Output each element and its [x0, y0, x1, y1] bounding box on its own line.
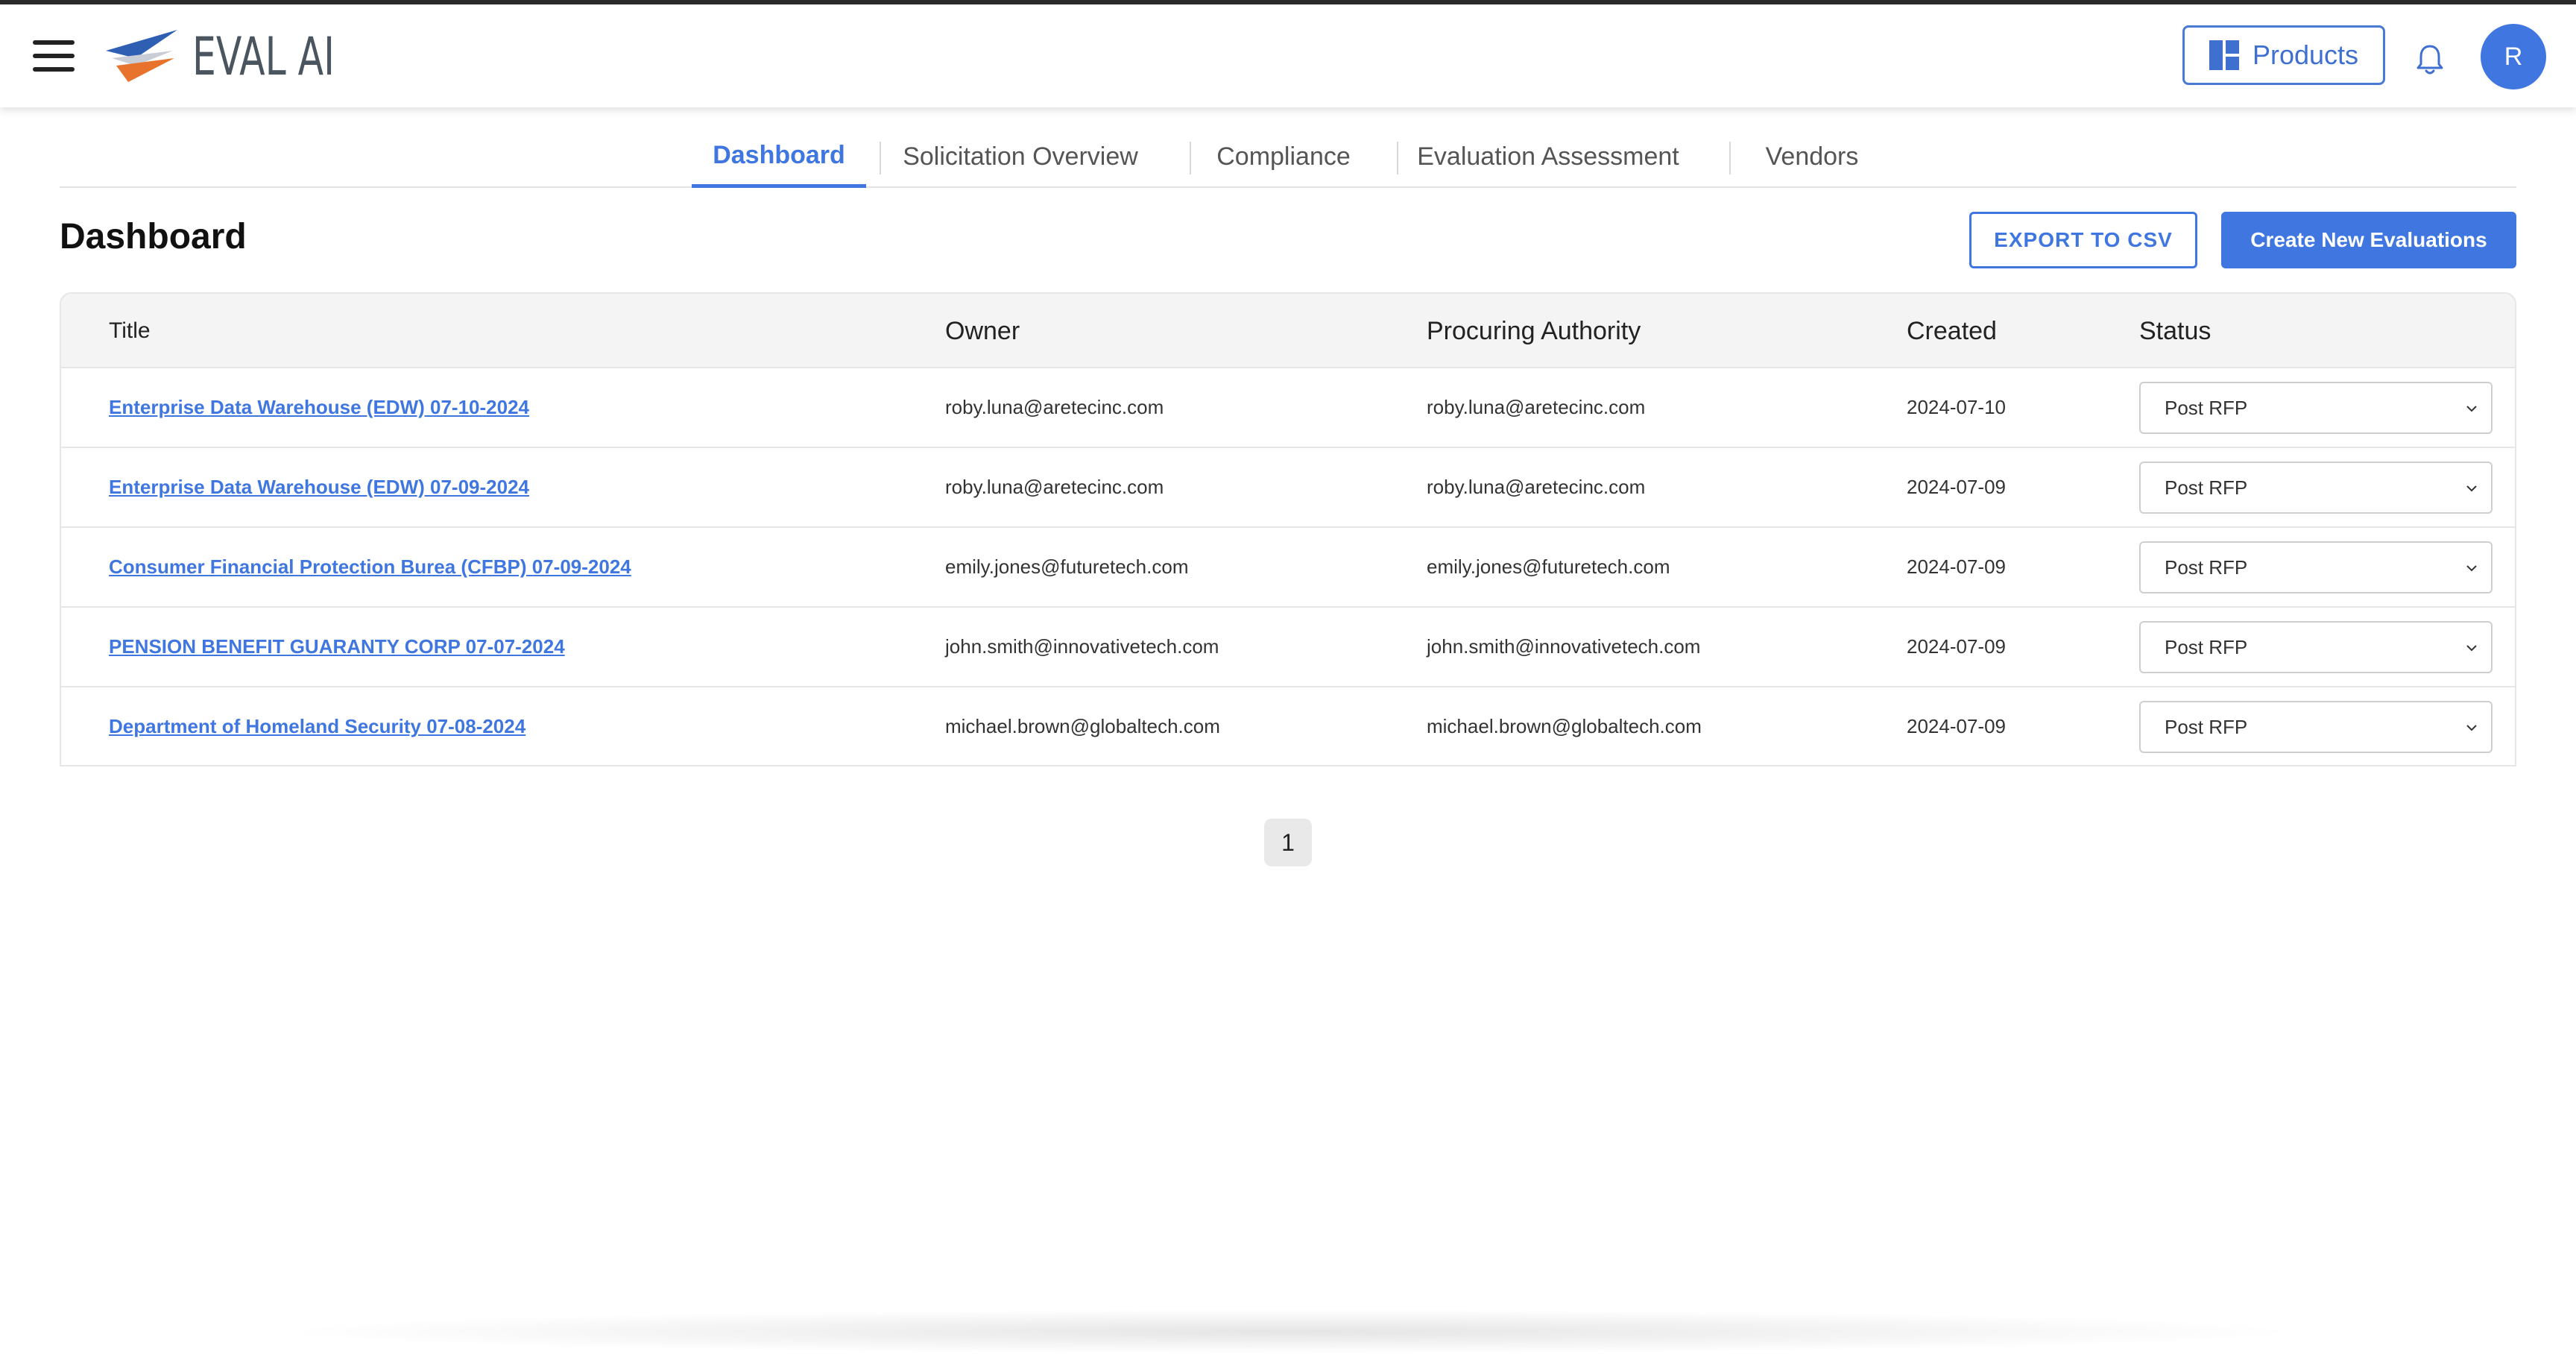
products-label: Products: [2252, 40, 2359, 70]
chevron-down-icon: [2466, 485, 2477, 492]
tab-solicitation-overview[interactable]: Solicitation Overview: [893, 127, 1148, 186]
table-row: PENSION BENEFIT GUARANTY CORP 07-07-2024…: [61, 608, 2515, 687]
column-header-procuring-authority: Procuring Authority: [1427, 316, 1641, 345]
logo-mark-icon: [106, 30, 177, 82]
status-select[interactable]: Post RFP: [2139, 621, 2493, 673]
tab-compliance[interactable]: Compliance: [1203, 127, 1364, 186]
status-value: Post RFP: [2165, 715, 2248, 738]
tab-divider: [1190, 142, 1191, 174]
row-procuring-authority: emily.jones@futuretech.com: [1427, 555, 1670, 578]
tab-evaluation-assessment[interactable]: Evaluation Assessment: [1410, 127, 1686, 186]
app-logo[interactable]: EVAL AI: [106, 26, 390, 87]
tab-divider: [1729, 142, 1731, 174]
table-row: Department of Homeland Security 07-08-20…: [61, 687, 2515, 765]
chevron-down-icon: [2466, 406, 2477, 412]
row-title-link[interactable]: Enterprise Data Warehouse (EDW) 07-09-20…: [109, 448, 529, 526]
table-row: Enterprise Data Warehouse (EDW) 07-10-20…: [61, 368, 2515, 448]
tab-divider: [880, 142, 881, 174]
create-evaluation-button[interactable]: Create New Evaluations: [2221, 212, 2516, 268]
status-select[interactable]: Post RFP: [2139, 462, 2493, 514]
column-header-status: Status: [2139, 316, 2212, 345]
column-header-title: Title: [109, 318, 151, 343]
bottom-shadow: [268, 1309, 2311, 1354]
row-procuring-authority: john.smith@innovativetech.com: [1427, 635, 1701, 658]
status-select[interactable]: Post RFP: [2139, 382, 2493, 434]
row-created-date: 2024-07-09: [1907, 715, 2006, 737]
table-row: Consumer Financial Protection Burea (CFB…: [61, 528, 2515, 608]
row-procuring-authority: roby.luna@aretecinc.com: [1427, 396, 1646, 418]
column-header-owner: Owner: [945, 316, 1020, 345]
row-created-date: 2024-07-09: [1907, 476, 2006, 498]
tab-vendors[interactable]: Vendors: [1743, 127, 1881, 186]
status-value: Post RFP: [2165, 396, 2248, 419]
row-created-date: 2024-07-10: [1907, 396, 2006, 418]
status-value: Post RFP: [2165, 476, 2248, 499]
row-owner: roby.luna@aretecinc.com: [945, 476, 1164, 498]
status-select[interactable]: Post RFP: [2139, 541, 2493, 593]
status-value: Post RFP: [2165, 555, 2248, 579]
tab-bar: Dashboard Solicitation Overview Complian…: [60, 127, 2516, 188]
menu-icon[interactable]: [33, 40, 75, 72]
products-button[interactable]: Products: [2182, 25, 2385, 85]
chevron-down-icon: [2466, 725, 2477, 731]
chevron-down-icon: [2466, 565, 2477, 572]
logo-text: EVAL AI: [192, 26, 335, 87]
status-value: Post RFP: [2165, 635, 2248, 658]
row-title-link[interactable]: Enterprise Data Warehouse (EDW) 07-10-20…: [109, 368, 529, 447]
export-csv-button[interactable]: EXPORT TO CSV: [1969, 212, 2197, 268]
table-header: Title Owner Procuring Authority Created …: [61, 294, 2515, 368]
pagination-page-button[interactable]: 1: [1264, 819, 1312, 866]
notification-bell-icon[interactable]: [2415, 43, 2445, 76]
row-created-date: 2024-07-09: [1907, 555, 2006, 578]
row-procuring-authority: roby.luna@aretecinc.com: [1427, 476, 1646, 498]
row-owner: emily.jones@futuretech.com: [945, 555, 1189, 578]
avatar-initial: R: [2504, 42, 2523, 71]
row-created-date: 2024-07-09: [1907, 635, 2006, 658]
top-app-bar: EVAL AI Products R: [0, 4, 2576, 107]
row-title-link[interactable]: Department of Homeland Security 07-08-20…: [109, 687, 525, 765]
row-title-link[interactable]: PENSION BENEFIT GUARANTY CORP 07-07-2024: [109, 608, 565, 686]
status-select[interactable]: Post RFP: [2139, 701, 2493, 753]
row-owner: john.smith@innovativetech.com: [945, 635, 1219, 658]
row-owner: michael.brown@globaltech.com: [945, 715, 1220, 737]
table-row: Enterprise Data Warehouse (EDW) 07-09-20…: [61, 448, 2515, 528]
row-title-link[interactable]: Consumer Financial Protection Burea (CFB…: [109, 528, 631, 606]
column-header-created: Created: [1907, 316, 1997, 345]
grid-icon: [2209, 40, 2239, 70]
row-owner: roby.luna@aretecinc.com: [945, 396, 1164, 418]
page-title: Dashboard: [60, 217, 247, 256]
evaluations-table: Title Owner Procuring Authority Created …: [60, 292, 2516, 766]
row-procuring-authority: michael.brown@globaltech.com: [1427, 715, 1702, 737]
tab-divider: [1397, 142, 1398, 174]
chevron-down-icon: [2466, 645, 2477, 652]
tab-dashboard[interactable]: Dashboard: [692, 127, 866, 188]
user-avatar[interactable]: R: [2481, 24, 2546, 89]
